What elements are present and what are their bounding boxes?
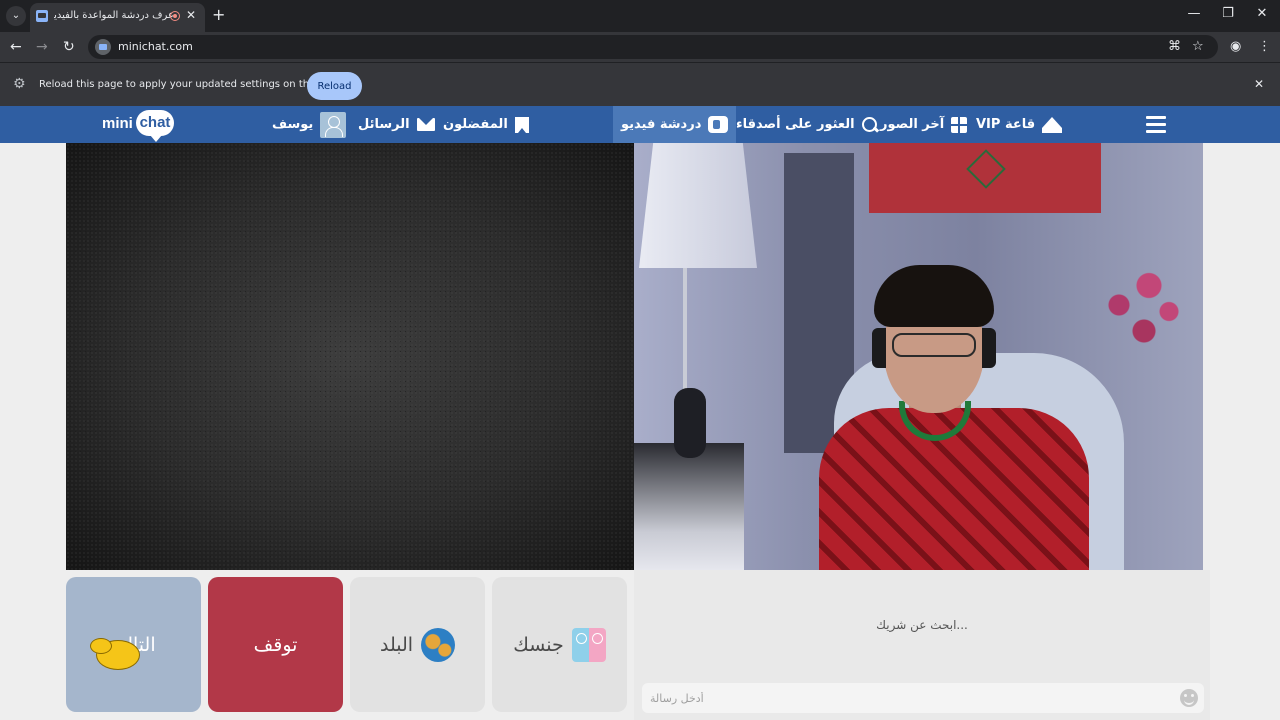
bookmark-icon — [514, 116, 529, 133]
browser-toolbar: ← → ↻ minichat.com ⌘ ☆ ◉ ⋮ — [0, 32, 1280, 62]
minimize-icon[interactable]: — — [1184, 6, 1204, 21]
country-label: البلد — [379, 633, 414, 656]
gender-label: جنسك — [513, 633, 564, 656]
nav-profile[interactable]: يوسف — [272, 106, 347, 143]
minichat-favicon-icon — [36, 10, 48, 22]
nav-messages[interactable]: الرسائل — [358, 106, 435, 143]
reload-button[interactable]: Reload — [307, 72, 362, 100]
translate-icon[interactable]: ⌘ — [1168, 39, 1181, 54]
moroccan-flag — [869, 143, 1101, 213]
message-input[interactable] — [642, 683, 1204, 713]
chat-controls: التالي توقف البلد جنسك — [66, 577, 628, 712]
gear-icon: ⚙ — [13, 76, 26, 92]
url-text: minichat.com — [118, 40, 193, 53]
maximize-icon[interactable]: ❐ — [1218, 6, 1238, 21]
bookmark-star-icon[interactable]: ☆ — [1192, 39, 1204, 54]
nav-vip-hall[interactable]: قاعة VIP — [976, 106, 1063, 143]
chat-panel: ...ابحث عن شريك — [634, 570, 1210, 720]
nav-favorites[interactable]: المفضلون — [443, 106, 529, 143]
tab-title: عرف دردشة المواعدة بالفيديو — [54, 10, 174, 21]
recording-indicator-icon — [170, 11, 180, 21]
profile-icon[interactable]: ◉ — [1230, 39, 1241, 54]
infobar-close-icon[interactable]: ✕ — [1254, 77, 1264, 91]
nav-latest-photos[interactable]: آخر الصور — [880, 106, 968, 143]
site-navbar: mini chat يوسف الرسائل المفضلون دردشة في… — [0, 106, 1280, 143]
logo-chat-bubble: chat — [136, 110, 174, 142]
address-bar[interactable]: minichat.com — [88, 35, 1218, 59]
nav-messages-label: الرسائل — [358, 117, 410, 132]
tab-search-icon[interactable]: ⌄ — [6, 6, 26, 26]
video-camera-icon — [708, 116, 729, 133]
gender-button[interactable]: جنسك — [492, 577, 627, 712]
country-button[interactable]: البلد — [350, 577, 485, 712]
nav-find-friends-label: العثور على أصدقاء — [736, 117, 855, 132]
settings-infobar: ⚙ Reload this page to apply your updated… — [0, 62, 1280, 106]
nav-video-chat[interactable]: دردشة فيديو — [613, 106, 737, 143]
microphone — [674, 388, 706, 458]
hamburger-menu-icon[interactable] — [1146, 116, 1166, 133]
stop-button[interactable]: توقف — [208, 577, 343, 712]
emoji-icon[interactable] — [1180, 689, 1198, 707]
grid-icon — [951, 116, 968, 133]
browser-tab[interactable]: عرف دردشة المواعدة بالفيديو ✕ — [30, 3, 205, 32]
infobar-message: Reload this page to apply your updated s… — [39, 79, 339, 90]
self-camera-video — [634, 143, 1203, 570]
nav-favorites-label: المفضلون — [443, 117, 508, 132]
nav-latest-photos-label: آخر الصور — [880, 117, 945, 132]
nav-find-friends[interactable]: العثور على أصدقاء — [736, 106, 878, 143]
lamp-shade — [639, 143, 757, 268]
next-button[interactable]: التالي — [66, 577, 201, 712]
site-info-icon[interactable] — [95, 39, 111, 55]
nav-vip-hall-label: قاعة VIP — [976, 117, 1036, 132]
duck-icon — [90, 632, 140, 670]
avatar-icon — [320, 111, 347, 138]
tab-close-icon[interactable]: ✕ — [186, 8, 196, 22]
search-status: ...ابحث عن شريك — [876, 618, 968, 632]
gender-icon — [571, 627, 606, 662]
logo-mini-text: mini — [102, 115, 133, 132]
window-close-icon[interactable]: ✕ — [1252, 6, 1272, 21]
envelope-icon — [416, 118, 435, 131]
crown-icon — [1042, 116, 1063, 133]
search-icon — [861, 116, 878, 133]
main-content: التالي توقف البلد جنسك ...ابحث عن شريك — [0, 143, 1280, 720]
reload-icon[interactable]: ↻ — [63, 39, 75, 55]
back-icon[interactable]: ← — [10, 39, 22, 55]
forward-icon[interactable]: → — [36, 39, 48, 55]
globe-icon — [421, 627, 456, 662]
partner-video-static — [66, 143, 634, 570]
browser-menu-icon[interactable]: ⋮ — [1258, 39, 1271, 54]
browser-tabstrip: ⌄ عرف دردشة المواعدة بالفيديو ✕ + — ❐ ✕ — [0, 0, 1280, 32]
new-tab-icon[interactable]: + — [212, 5, 225, 24]
nav-video-chat-label: دردشة فيديو — [621, 117, 702, 132]
nav-profile-label: يوسف — [272, 117, 314, 132]
stop-label: توقف — [253, 633, 298, 656]
